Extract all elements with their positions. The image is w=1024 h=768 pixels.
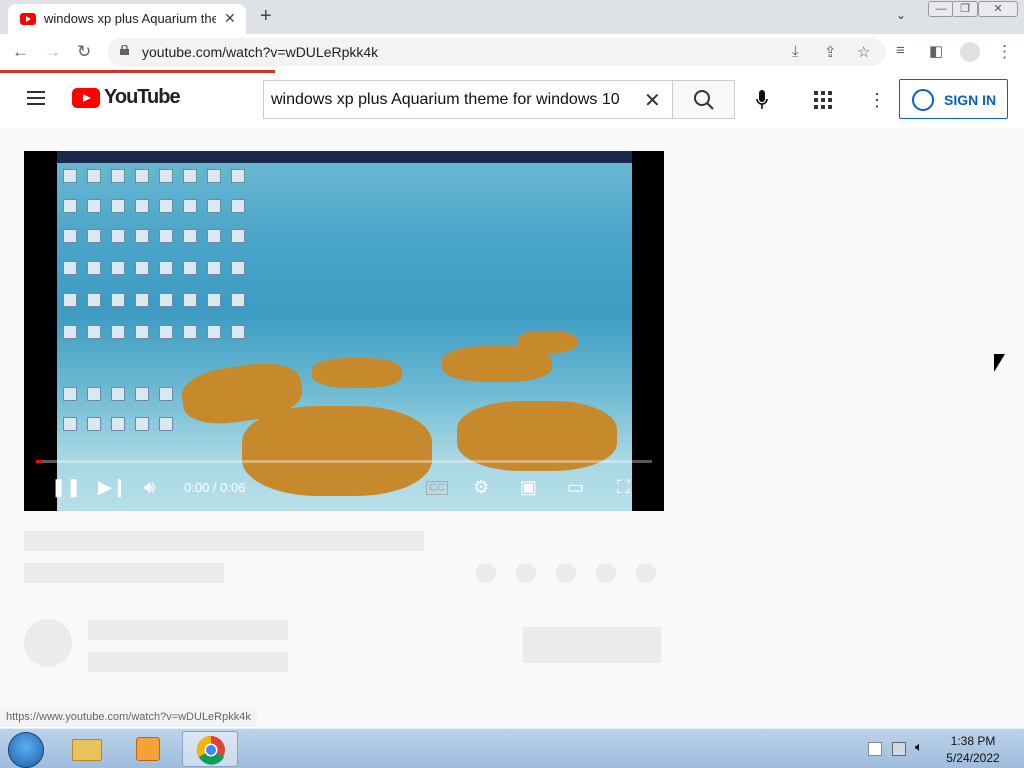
search-input[interactable]: windows xp plus Aquarium theme for windo… [263, 80, 673, 119]
tab-close-icon[interactable]: ✕ [224, 10, 236, 27]
close-window-button[interactable]: ✕ [978, 1, 1018, 17]
pause-icon[interactable]: ❚❚ [51, 477, 81, 498]
address-bar[interactable]: youtube.com/watch?v=wDULeRpkk4k ⤓ ⇪ ☆ [108, 38, 886, 66]
action-placeholder [556, 563, 576, 583]
tab-search-chevron-icon[interactable]: ⌄ [896, 8, 906, 22]
subscribe-placeholder [523, 627, 661, 663]
channel-subs-placeholder [88, 652, 288, 672]
account-icon [912, 89, 934, 111]
apps-grid-icon[interactable] [814, 91, 832, 109]
volume-tray-icon[interactable]: 🔈︎ [915, 739, 929, 754]
action-placeholder [476, 563, 496, 583]
channel-avatar-placeholder [24, 619, 72, 667]
profile-avatar-icon[interactable] [960, 42, 980, 62]
views-placeholder [24, 563, 224, 583]
folder-icon [72, 739, 102, 761]
theater-mode-icon[interactable]: ▭ [567, 477, 584, 498]
minimize-button[interactable]: — [928, 1, 954, 17]
video-progress-bar[interactable] [36, 460, 652, 463]
video-desktop-toolbar [57, 151, 632, 163]
video-time-display: 0:00 / 0:06 [184, 480, 246, 495]
starfish-image [517, 331, 577, 353]
bookmark-star-icon[interactable]: ☆ [857, 43, 870, 61]
next-video-icon[interactable]: ▶❙ [98, 477, 127, 498]
sign-in-label: SIGN IN [944, 92, 997, 108]
action-center-flag-icon[interactable] [868, 742, 882, 756]
install-icon[interactable]: ⤓ [792, 43, 799, 60]
start-button[interactable] [8, 732, 44, 768]
back-arrow-icon[interactable]: ← [12, 42, 29, 62]
taskbar-explorer[interactable] [60, 731, 116, 767]
clock-date[interactable]: 5/24/2022 [940, 751, 1006, 765]
clear-search-icon[interactable]: ✕ [644, 88, 661, 113]
side-panel-icon[interactable]: ◧ [929, 42, 943, 60]
youtube-header: YouTube windows xp plus Aquarium theme f… [0, 73, 1024, 129]
search-query-text: windows xp plus Aquarium theme for windo… [271, 91, 620, 108]
restore-button[interactable]: ❐ [952, 1, 978, 17]
volume-icon[interactable]: 🔊︎ [144, 477, 155, 498]
miniplayer-icon[interactable]: ▣ [520, 477, 537, 498]
taskbar-chrome[interactable] [182, 731, 238, 767]
channel-name-placeholder [88, 620, 288, 640]
action-placeholder [516, 563, 536, 583]
clock-time[interactable]: 1:38 PM [948, 734, 998, 748]
media-control-icon[interactable]: ≡ [896, 42, 905, 59]
captions-icon[interactable]: CC [426, 481, 448, 495]
url-text: youtube.com/watch?v=wDULeRpkk4k [142, 44, 379, 60]
youtube-logo-icon[interactable] [72, 88, 100, 108]
reload-icon[interactable]: ↻ [77, 42, 91, 62]
starfish-image [242, 406, 432, 496]
link-status-bar: https://www.youtube.com/watch?v=wDULeRpk… [0, 709, 257, 727]
mouse-cursor-icon [994, 354, 1005, 372]
action-placeholder [636, 563, 656, 583]
hamburger-menu-icon[interactable] [27, 91, 45, 105]
settings-gear-icon[interactable]: ⚙ [473, 477, 489, 498]
sign-in-button[interactable]: SIGN IN [899, 79, 1008, 119]
more-options-icon[interactable]: ⋮ [868, 90, 886, 111]
video-player[interactable]: ❚❚ ▶❙ 🔊︎ 0:00 / 0:06 CC ⚙ ▣ ▭ ⛶ [24, 151, 664, 511]
fullscreen-icon[interactable]: ⛶ [617, 477, 630, 498]
video-frame [57, 151, 632, 511]
microphone-icon[interactable] [756, 90, 768, 110]
network-icon[interactable] [892, 742, 906, 756]
action-placeholder [596, 563, 616, 583]
browser-tab[interactable]: windows xp plus Aquarium theme ✕ [8, 4, 246, 34]
chrome-menu-icon[interactable]: ⋮ [996, 42, 1013, 62]
starfish-image [312, 358, 402, 388]
youtube-favicon-icon [20, 13, 36, 25]
media-player-icon [136, 737, 160, 761]
search-button[interactable] [672, 80, 735, 119]
tab-title: windows xp plus Aquarium theme [44, 11, 216, 26]
share-icon[interactable]: ⇪ [824, 43, 837, 61]
windows-taskbar: 🔈︎ 1:38 PM 5/24/2022 [0, 728, 1024, 768]
taskbar-media-player[interactable] [120, 731, 176, 767]
chrome-icon [197, 736, 225, 765]
browser-toolbar: ← → ↻ youtube.com/watch?v=wDULeRpkk4k ⤓ … [0, 34, 1024, 70]
youtube-wordmark[interactable]: YouTube [104, 86, 181, 109]
lock-icon [120, 45, 129, 55]
forward-arrow-icon[interactable]: → [44, 42, 61, 62]
title-placeholder [24, 531, 424, 551]
tab-strip: windows xp plus Aquarium theme ✕ + ⌄ — ❐… [0, 0, 1024, 34]
new-tab-button[interactable]: + [260, 5, 272, 28]
search-icon [694, 90, 714, 110]
video-progress-fill [36, 460, 43, 463]
